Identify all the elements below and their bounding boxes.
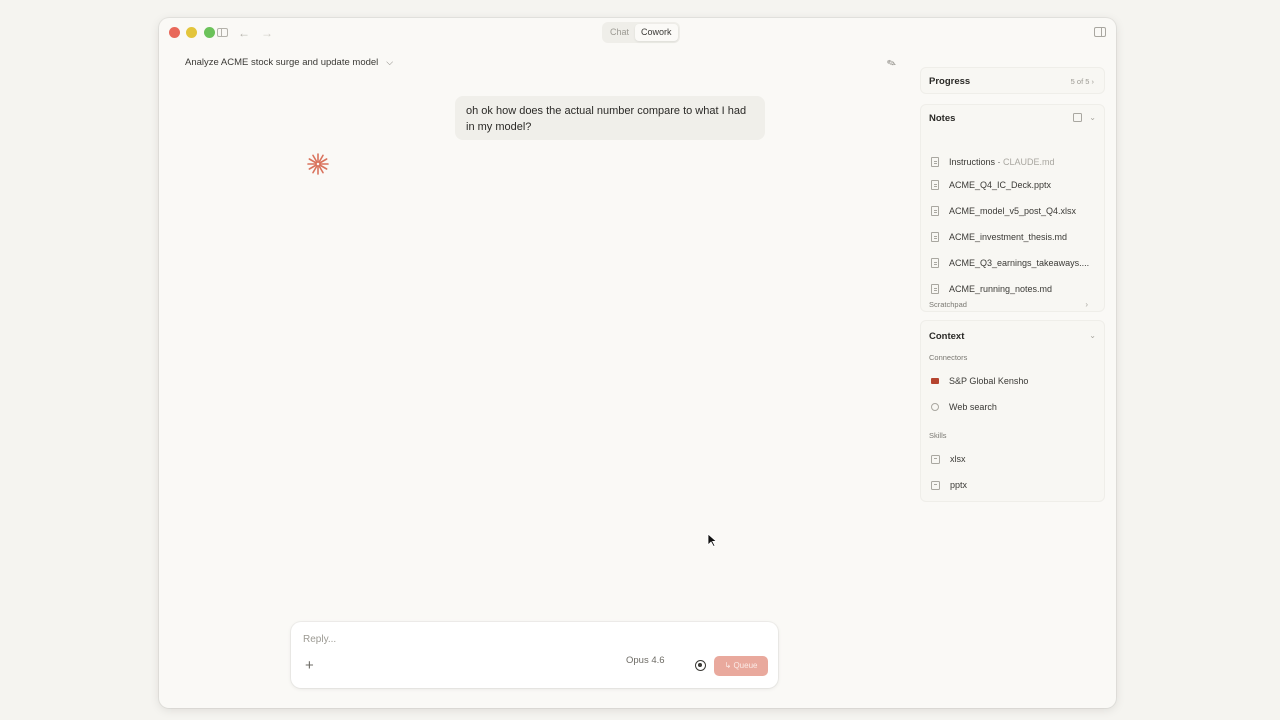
mouse-cursor-icon [707,533,718,547]
progress-title: Progress [929,76,971,87]
skill-icon [931,454,940,464]
skill-icon [931,480,940,490]
skills-label: Skills [929,431,947,440]
sp-global-icon [931,378,939,384]
sidebar-toggle-icon[interactable] [215,25,231,41]
file-item[interactable]: ACME_model_v5_post_Q4.xlsx [931,204,1076,218]
composer: + Opus 4.6 ↳ Queue [291,622,778,688]
context-card: Context ⌄ Connectors S&P Global Kensho W… [920,320,1105,502]
file-instructions[interactable]: Instructions · CLAUDE.md [931,155,1055,169]
title-bar: ← → Chat Cowork [159,18,1116,48]
queue-label: Queue [733,661,758,670]
chevron-down-icon: ⌵ [386,57,394,67]
progress-count: 5 of 5 › [1070,77,1094,86]
chevron-down-icon[interactable]: ⌄ [1089,331,1096,340]
file-item[interactable]: ACME_running_notes.md [931,282,1052,296]
skill-item[interactable]: xlsx [931,452,966,466]
forward-arrow-icon[interactable]: → [259,25,275,41]
model-selector[interactable]: Opus 4.6 [626,655,665,666]
tab-cowork[interactable]: Cowork [635,24,678,41]
globe-icon [931,403,939,411]
progress-card[interactable]: Progress 5 of 5 › [920,67,1105,94]
file-item[interactable]: ACME_Q3_earnings_takeaways.... [931,256,1089,270]
file-item[interactable]: ACME_investment_thesis.md [931,230,1067,244]
conversation-title: Analyze ACME stock surge and update mode… [185,57,379,68]
back-arrow-icon[interactable]: ← [236,25,252,41]
document-icon [931,206,939,216]
scratchpad-link[interactable]: Scratchpad [929,300,967,309]
notes-title: Notes [929,113,956,124]
chevron-down-icon[interactable]: ⌄ [1089,113,1096,122]
conversation-title-dropdown[interactable]: Analyze ACME stock surge and update mode… [185,57,393,68]
chevron-right-icon[interactable]: › [1085,300,1088,309]
connector-item[interactable]: S&P Global Kensho [931,374,1028,388]
record-icon[interactable] [695,660,706,671]
document-icon [931,284,939,294]
minimize-window-button[interactable] [186,27,197,38]
document-icon [931,258,939,268]
document-icon [931,180,939,190]
open-external-icon[interactable] [1073,113,1082,122]
queue-button[interactable]: ↳ Queue [714,656,768,676]
notes-card: Notes ⌄ Instructions · CLAUDE.md ACME_Q4… [920,104,1105,312]
connectors-label: Connectors [929,353,968,362]
app-window: ← → Chat Cowork Analyze ACME stock surge… [159,18,1116,708]
connector-item[interactable]: Web search [931,400,997,414]
panel-toggle-icon[interactable] [1094,27,1106,37]
document-icon [931,157,939,167]
close-window-button[interactable] [169,27,180,38]
tab-chat[interactable]: Chat [604,24,635,41]
maximize-window-button[interactable] [204,27,215,38]
pin-icon[interactable]: ✎ [885,56,898,71]
file-item[interactable]: ACME_Q4_IC_Deck.pptx [931,178,1051,192]
plus-icon[interactable]: + [305,658,314,674]
reply-input[interactable] [303,634,603,645]
user-message: oh ok how does the actual number compare… [455,96,765,140]
mode-switch: Chat Cowork [602,22,680,43]
context-title: Context [929,331,965,342]
thinking-spark-icon [307,153,329,175]
document-icon [931,232,939,242]
skill-item[interactable]: pptx [931,478,967,492]
